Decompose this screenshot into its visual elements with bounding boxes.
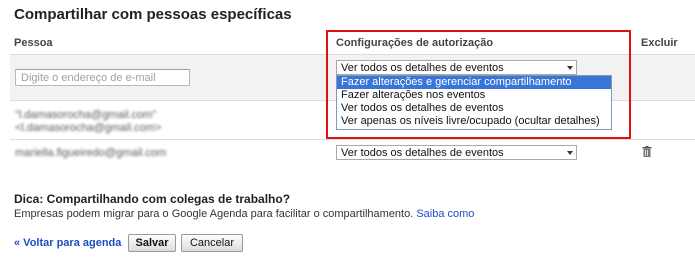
owner-email-line1: "l.damasorocha@gmail.com" [15,109,157,121]
divider [10,139,695,140]
tip-body: Empresas podem migrar para o Google Agen… [14,208,414,220]
annotation-highlight-box [326,30,631,139]
trash-icon[interactable] [642,146,652,157]
column-header-person: Pessoa [14,37,53,49]
learn-more-link[interactable]: Saiba como [416,208,474,220]
email-input[interactable] [15,69,190,86]
page-title: Compartilhar com pessoas específicas [14,6,292,23]
column-header-delete: Excluir [641,37,678,49]
save-button[interactable]: Salvar [128,234,176,252]
tip-text: Empresas podem migrar para o Google Agen… [14,208,474,220]
cancel-button[interactable]: Cancelar [181,234,243,252]
chevron-down-icon [567,151,573,155]
tip-title: Dica: Compartilhando com colegas de trab… [14,192,291,206]
back-to-calendar-link[interactable]: « Voltar para agenda [14,237,121,249]
owner-email-line2: <l.damasorocha@gmail.com> [15,122,162,134]
shared-person-email: mariella.figueiredo@gmail.com [15,147,167,159]
shared-permission-select[interactable]: Ver todos os detalhes de eventos [336,145,577,160]
shared-permission-select-value: Ver todos os detalhes de eventos [341,147,504,159]
